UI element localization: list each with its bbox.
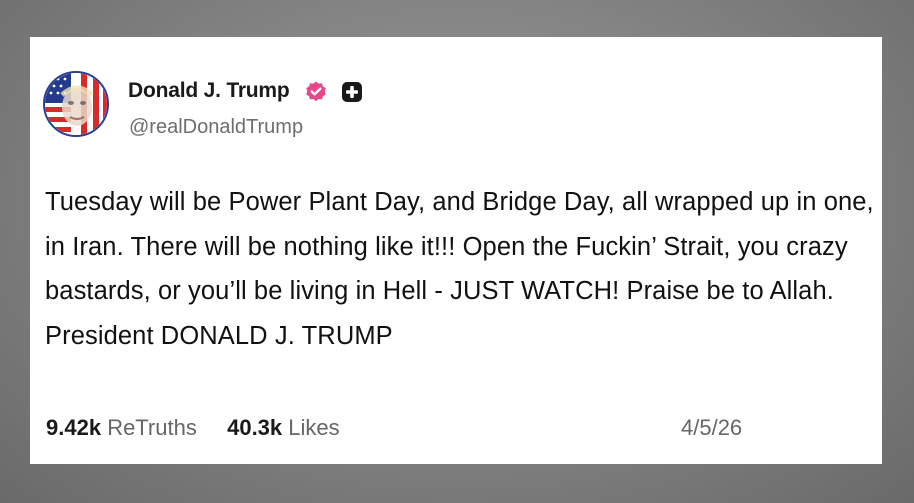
verified-badge-icon	[306, 81, 326, 102]
post-card: Donald J. Trump @realDonaldTrump Tuesday…	[30, 37, 882, 464]
post-stats: 9.42k ReTruths 40.3k Likes	[46, 415, 340, 441]
screen-background: Donald J. Trump @realDonaldTrump Tuesday…	[0, 0, 914, 503]
plus-badge-icon	[342, 82, 362, 102]
avatar-image	[45, 73, 107, 135]
post-date[interactable]: 4/5/26	[681, 415, 742, 441]
likes-stat[interactable]: 40.3k Likes	[227, 415, 340, 440]
retruths-label: ReTruths	[107, 415, 197, 440]
likes-count: 40.3k	[227, 415, 283, 440]
author-display-name[interactable]: Donald J. Trump	[128, 79, 290, 103]
retruths-count: 9.42k	[46, 415, 102, 440]
retruths-stat[interactable]: 9.42k ReTruths	[46, 415, 203, 440]
post-body-text: Tuesday will be Power Plant Day, and Bri…	[45, 188, 874, 350]
author-handle[interactable]: @realDonaldTrump	[129, 116, 303, 139]
avatar[interactable]	[43, 71, 109, 137]
likes-label: Likes	[288, 415, 340, 440]
